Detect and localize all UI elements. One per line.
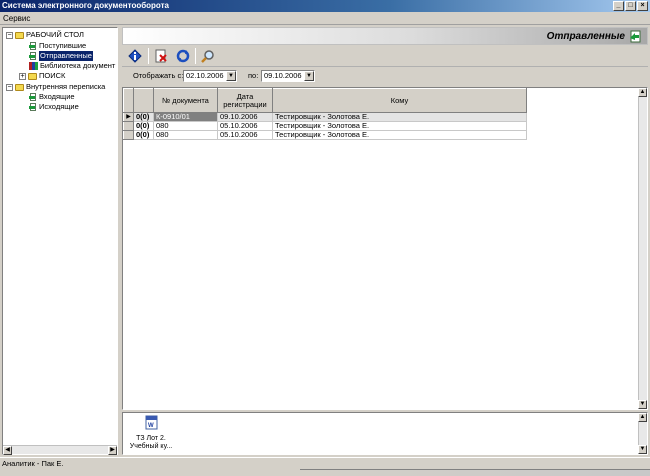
folder-icon — [15, 31, 24, 39]
toolbar-separator — [148, 48, 149, 64]
attachments-panel: W ТЗ Лот 2. Учебный ку... ▲ ▼ — [122, 412, 648, 455]
chevron-down-icon[interactable]: ▼ — [226, 71, 236, 81]
attachment-name-line2: Учебный ку... — [129, 443, 173, 450]
window-controls: _ □ × — [613, 1, 648, 11]
tree-item-label: Поступившие — [39, 41, 87, 50]
info-icon — [128, 49, 142, 63]
info-button[interactable] — [127, 48, 143, 64]
main-panel: Отправленные Отображать с: 02.10.2006 ▼ … — [122, 27, 648, 455]
outgoing-doc-icon — [29, 51, 37, 61]
toolbar-separator — [195, 48, 196, 64]
date-from-picker[interactable]: 02.10.2006 ▼ — [183, 70, 237, 82]
date-from-value: 02.10.2006 — [186, 71, 224, 80]
svg-text:W: W — [148, 423, 154, 429]
tree-node-internal[interactable]: − Внутренняя переписка — [6, 82, 105, 92]
date-to-picker[interactable]: 09.10.2006 ▼ — [261, 70, 315, 82]
tree-horizontal-scrollbar[interactable]: ◀ ▶ — [3, 445, 117, 455]
filter-from-label: Отображать с: — [133, 71, 184, 80]
tree-node-label: РАБОЧИЙ СТОЛ — [26, 30, 84, 39]
tree-item-inbox[interactable]: Входящие — [29, 92, 75, 102]
tree-node-desk[interactable]: − РАБОЧИЙ СТОЛ — [6, 30, 84, 40]
header-indicator — [123, 88, 134, 113]
collapse-icon[interactable]: − — [6, 83, 13, 91]
tree-node-search[interactable]: + ПОИСК — [19, 71, 65, 81]
section-header: Отправленные — [122, 27, 648, 45]
maximize-button[interactable]: □ — [625, 1, 636, 11]
row-doc-number: 080 — [153, 130, 218, 140]
outgoing-doc-icon — [29, 102, 37, 112]
close-button[interactable]: × — [637, 1, 648, 11]
scroll-left-icon[interactable]: ◀ — [3, 446, 12, 455]
folder-icon — [28, 72, 37, 80]
chevron-down-icon[interactable]: ▼ — [304, 71, 314, 81]
outgoing-doc-icon — [630, 30, 641, 43]
navigation-tree: − РАБОЧИЙ СТОЛ Поступившие Отправленные … — [2, 27, 118, 455]
menu-bar: Сервис — [0, 12, 650, 25]
tree-item-sent[interactable]: Отправленные — [29, 51, 93, 61]
menu-service[interactable]: Сервис — [3, 14, 30, 23]
date-to-value: 09.10.2006 — [264, 71, 302, 80]
attachment-item[interactable]: W ТЗ Лот 2. Учебный ку... — [126, 415, 176, 451]
attachments-scrollbar[interactable]: ▲ ▼ — [638, 413, 647, 454]
delete-doc-icon — [155, 49, 167, 63]
tree-item-label: Библиотека документ — [40, 61, 116, 70]
window-title: Система электронного документооборота — [2, 1, 169, 10]
delete-button[interactable] — [153, 48, 169, 64]
filter-to-label: по: — [248, 71, 259, 80]
table-header: № документа Дата регистрации Кому — [123, 88, 527, 113]
row-date: 05.10.2006 — [217, 130, 273, 140]
refresh-icon — [176, 49, 190, 63]
tree-item-label: Входящие — [39, 92, 75, 101]
incoming-doc-icon — [29, 92, 37, 102]
window-title-bar: Система электронного документооборота _ … — [0, 0, 650, 12]
column-doc-number[interactable]: № документа — [153, 88, 218, 113]
incoming-doc-icon — [29, 41, 37, 51]
toolbar — [122, 45, 648, 67]
library-icon — [29, 62, 38, 70]
tree-item-incoming[interactable]: Поступившие — [29, 41, 86, 51]
refresh-button[interactable] — [175, 48, 191, 64]
tree-item-outbox[interactable]: Исходящие — [29, 102, 79, 112]
date-filter: Отображать с: 02.10.2006 ▼ по: 09.10.200… — [122, 67, 648, 85]
collapse-icon[interactable]: − — [6, 31, 13, 39]
table-row[interactable]: 0(0) 080 05.10.2006 Тестировщик - Золото… — [123, 130, 527, 140]
row-recipient: Тестировщик - Золотова Е. — [272, 130, 527, 140]
search-button[interactable] — [200, 48, 216, 64]
tree-item-library[interactable]: Библиотека документ — [29, 61, 115, 71]
attachment-name-line1: ТЗ Лот 2. — [136, 435, 166, 442]
header-count — [133, 88, 154, 113]
tree-item-label: Отправленные — [39, 51, 93, 61]
column-reg-date[interactable]: Дата регистрации — [217, 88, 273, 113]
minimize-button[interactable]: _ — [613, 1, 624, 11]
grid-vertical-scrollbar[interactable]: ▲ ▼ — [638, 88, 647, 409]
tree-item-label: Исходящие — [39, 102, 79, 111]
folder-icon — [15, 83, 24, 91]
scroll-up-icon[interactable]: ▲ — [638, 413, 647, 422]
word-document-icon: W — [145, 415, 157, 430]
scroll-up-icon[interactable]: ▲ — [638, 88, 647, 97]
status-bar: Аналитик - Пак Е. — [0, 457, 650, 476]
page-title: Отправленные — [546, 31, 625, 42]
row-indicator — [123, 121, 134, 131]
documents-table: № документа Дата регистрации Кому ▶ 0(0)… — [123, 88, 527, 140]
row-pointer-icon: ▶ — [123, 112, 134, 122]
column-recipient[interactable]: Кому — [272, 88, 527, 113]
expand-icon[interactable]: + — [19, 72, 26, 80]
tree-node-label: ПОИСК — [39, 71, 66, 80]
current-user: Аналитик - Пак Е. — [2, 459, 64, 468]
tree-node-label: Внутренняя переписка — [26, 82, 106, 91]
scroll-down-icon[interactable]: ▼ — [638, 400, 647, 409]
search-icon — [201, 50, 214, 63]
documents-grid: № документа Дата регистрации Кому ▶ 0(0)… — [122, 87, 648, 410]
scroll-down-icon[interactable]: ▼ — [638, 445, 647, 454]
row-indicator — [123, 130, 134, 140]
row-count: 0(0) — [133, 130, 154, 140]
scroll-right-icon[interactable]: ▶ — [108, 446, 117, 455]
